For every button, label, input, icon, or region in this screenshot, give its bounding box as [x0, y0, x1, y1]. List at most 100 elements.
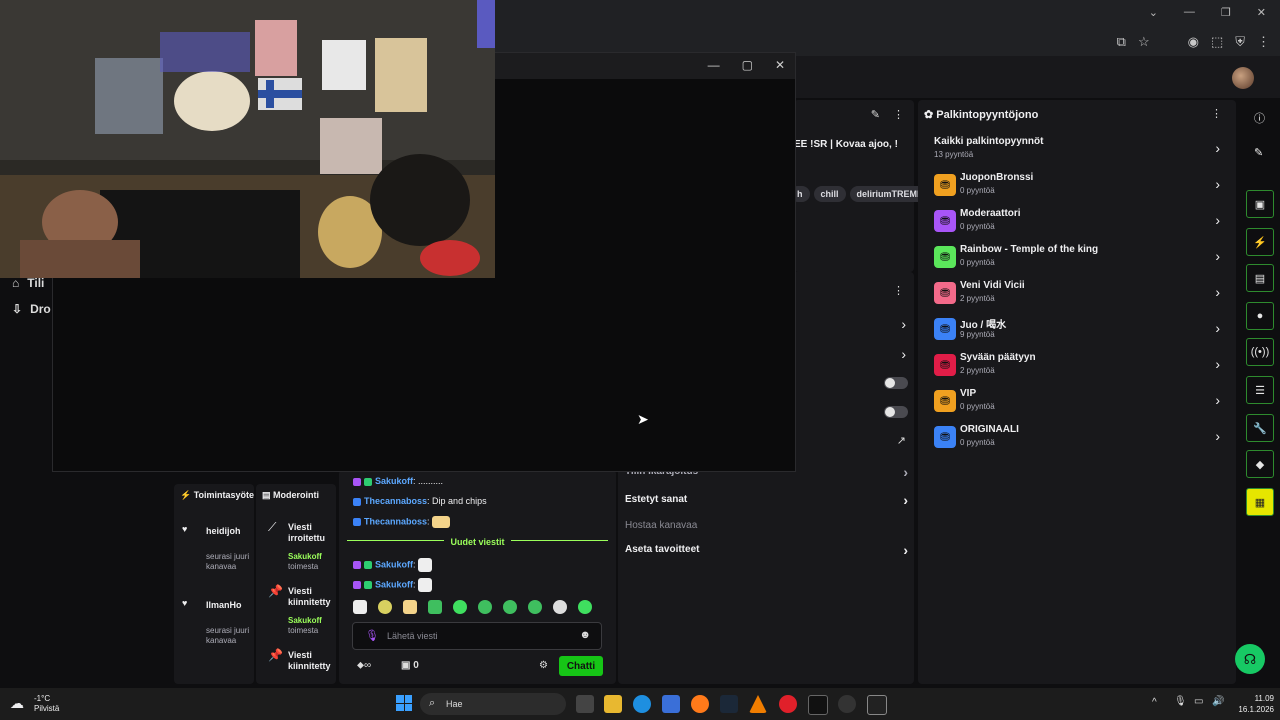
chevron-right-icon: ›	[903, 464, 908, 480]
clock[interactable]: 11.09 16.1.2026	[1230, 693, 1274, 715]
emote-icon[interactable]	[503, 600, 517, 614]
chevron-down-icon[interactable]: ⌄	[1149, 6, 1158, 19]
reward-item[interactable]: ⛃ Juo / 喝水 9 pyyntöä ›	[932, 314, 1220, 350]
wrench-icon[interactable]: 🔧	[1246, 414, 1274, 442]
reward-icon: ⛃	[934, 210, 956, 232]
steam-icon[interactable]	[720, 695, 738, 713]
maximize-icon[interactable]: ▢	[742, 58, 753, 72]
restore-icon[interactable]: ❐	[1221, 6, 1231, 19]
chevron-up-icon[interactable]: ^	[1152, 697, 1157, 708]
chevron-right-icon[interactable]: ›	[901, 346, 906, 362]
chat-bubble-icon[interactable]: ●	[1246, 302, 1274, 330]
profile-icon[interactable]: ◉	[1188, 34, 1199, 50]
camera-icon[interactable]: ▣	[1246, 190, 1274, 218]
emote-icon	[418, 558, 433, 572]
chevron-right-icon: ›	[1215, 176, 1220, 192]
reward-item[interactable]: ⛃ Syvään päätyyn 2 pyyntöä ›	[932, 350, 1220, 386]
windows-start-icon[interactable]	[396, 695, 412, 711]
stream-info-panel: ✎ ⋮ EE !SR | Kovaa ajoo, ! h chill deliriu…	[790, 100, 931, 272]
pencil-icon[interactable]: ✎	[1254, 146, 1263, 159]
chevron-right-icon: ›	[1215, 356, 1220, 372]
toggle-switch[interactable]	[884, 406, 908, 418]
minimize-icon[interactable]: —	[708, 58, 720, 72]
cloud-icon[interactable]: ☁	[10, 695, 24, 712]
more-icon[interactable]: ⋮	[1211, 107, 1222, 120]
emote-icon[interactable]	[453, 600, 467, 614]
edge-icon[interactable]	[633, 695, 651, 713]
setting-host-channel[interactable]: Hostaa kanavaa	[625, 520, 908, 542]
setting-goals[interactable]: Aseta tavoitteet ›	[625, 542, 908, 566]
reward-item[interactable]: ⛃ ORIGINAALI 0 pyyntöä ›	[932, 422, 1220, 458]
chat-send-button[interactable]: Chatti	[559, 656, 603, 676]
firefox-icon[interactable]	[691, 695, 709, 713]
chevron-right-icon[interactable]: ›	[901, 316, 906, 332]
webcam-feed	[0, 0, 495, 278]
extensions-icon[interactable]: ⬚	[1211, 34, 1223, 50]
document-icon[interactable]: ▤	[1246, 264, 1274, 292]
install-icon[interactable]: ⧉	[1117, 34, 1126, 50]
headset-icon[interactable]: ☊	[1235, 644, 1265, 674]
avatar[interactable]	[1232, 67, 1254, 89]
new-messages-divider: Uudet viestit	[339, 534, 616, 548]
file-explorer-icon[interactable]	[604, 695, 622, 713]
mic-icon[interactable]: 🎙	[1174, 696, 1187, 707]
chart-icon[interactable]: ↗	[897, 434, 906, 447]
emote-icon[interactable]	[428, 600, 442, 614]
info-icon[interactable]: ⓘ	[1254, 110, 1265, 126]
emote-icon[interactable]	[578, 600, 592, 614]
close-icon[interactable]: ✕	[775, 58, 785, 72]
chat-input[interactable]: 🎙 Lähetä viesti ☻	[352, 622, 602, 650]
minimize-icon[interactable]: —	[1184, 6, 1195, 19]
taskbar: ☁ -1°C Pilvistä ⌕ Hae ^ 🎙 ▭ 🔊 11.09 16.1.2…	[0, 688, 1280, 720]
shield-icon[interactable]: ⛨	[1235, 34, 1245, 50]
emote-icon[interactable]	[378, 600, 392, 614]
taskbar-search[interactable]: ⌕ Hae	[420, 693, 566, 715]
bits-icon[interactable]: ⬥∞	[357, 660, 371, 671]
emote-icon[interactable]	[553, 600, 567, 614]
activity-header: ⚡ Toimintasyöte	[180, 490, 255, 500]
more-icon[interactable]: ⋮	[893, 108, 904, 121]
speaker-icon[interactable]: 🔊	[1212, 696, 1224, 707]
reward-item[interactable]: ⛃ VIP 0 pyyntöä ›	[932, 386, 1220, 422]
broadcast-icon[interactable]: ((•))	[1246, 338, 1274, 366]
menu-icon[interactable]: ⋮	[1257, 34, 1270, 50]
task-view-icon[interactable]	[576, 695, 594, 713]
console-icon[interactable]	[867, 695, 887, 715]
emote-icon[interactable]	[403, 600, 417, 614]
network-icon[interactable]: ▭	[1194, 696, 1203, 707]
activity-item: ♥ heidijoh seurasi juuri kanavaa	[182, 524, 250, 571]
opera-icon[interactable]	[779, 695, 797, 713]
lightning-icon[interactable]: ⚡	[1246, 228, 1274, 256]
tag-chip[interactable]: chill	[813, 186, 846, 202]
star-icon[interactable]: ☆	[1138, 34, 1150, 50]
vlc-icon[interactable]	[749, 695, 767, 713]
stream-tags: h chill deliriumTREME	[790, 186, 934, 202]
activity-feed-panel: ⚡ Toimintasyöte ♥ heidijoh seurasi juuri…	[174, 484, 254, 684]
reward-item[interactable]: ⛃ JuoponBronssi 0 pyyntöä ›	[932, 170, 1220, 206]
reward-item[interactable]: ⛃ Veni Vidi Vicii 2 pyyntöä ›	[932, 278, 1220, 314]
weather-widget[interactable]: -1°C Pilvistä	[34, 694, 59, 714]
server-icon[interactable]: ☰	[1246, 376, 1274, 404]
toggle-switch[interactable]	[884, 377, 908, 389]
gear-icon[interactable]: ⚙	[539, 660, 548, 671]
mod-item: 📌 Viesti kiinnitetty	[268, 648, 331, 671]
emote-icon[interactable]	[528, 600, 542, 614]
more-icon[interactable]: ⋮	[893, 284, 904, 297]
terminal-icon[interactable]	[808, 695, 828, 715]
obs-icon[interactable]	[838, 695, 856, 713]
reward-icon: ✿	[924, 109, 937, 121]
emote-icon[interactable]	[353, 600, 367, 614]
emote-icon[interactable]	[478, 600, 492, 614]
setting-blocked-words[interactable]: Estetyt sanat ›	[625, 492, 908, 516]
reward-item[interactable]: ⛃ Moderaattori 0 pyyntöä ›	[932, 206, 1220, 242]
points-counter[interactable]: ▣ 0	[401, 660, 419, 671]
clapper-icon[interactable]: ▦	[1246, 488, 1274, 516]
edit-icon[interactable]: ✎	[871, 108, 880, 121]
reward-item[interactable]: ⛃ Rainbow - Temple of the king 0 pyyntöä ›	[932, 242, 1220, 278]
emoji-icon[interactable]: ☻	[579, 629, 591, 641]
close-icon[interactable]: ✕	[1257, 6, 1266, 19]
shapes-icon[interactable]: ◆	[1246, 450, 1274, 478]
reward-all[interactable]: Kaikki palkintopyynnöt 13 pyyntöä ›	[932, 134, 1220, 170]
nav-item-drops[interactable]: ⇩ Dro	[0, 296, 52, 322]
store-icon[interactable]	[662, 695, 680, 713]
